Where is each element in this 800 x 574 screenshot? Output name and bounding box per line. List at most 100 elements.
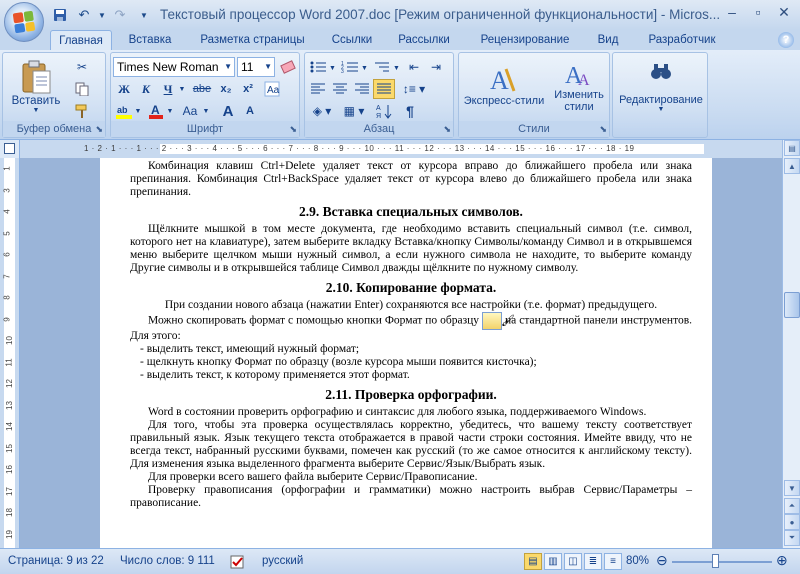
bullets-icon[interactable]: ▼	[307, 57, 337, 77]
proofing-icon[interactable]	[230, 555, 246, 572]
font-color-dropdown-icon[interactable]: ▼	[165, 101, 175, 121]
paragraph: Щёлкните мышкой в том месте документа, г…	[130, 223, 692, 274]
highlight-dropdown-icon[interactable]: ▼	[133, 101, 143, 121]
vertical-scrollbar[interactable]: ▤ ▲ ▼ ⏶ ● ⏷	[782, 140, 800, 548]
zoom-in-icon[interactable]: ⊕	[776, 552, 788, 569]
zoom-out-icon[interactable]: ⊖	[656, 552, 668, 569]
ruler-number: 8	[2, 295, 12, 300]
scroll-down-icon[interactable]: ▼	[784, 480, 800, 496]
strikethrough-button[interactable]: abe	[191, 79, 213, 99]
underline-button[interactable]: Ч	[157, 79, 179, 99]
horizontal-ruler[interactable]: 1 · 2 · 1 · · · 1 · · · 2 · · · 3 · · · …	[20, 140, 782, 158]
zoom-slider-thumb[interactable]	[712, 554, 719, 568]
shading-icon[interactable]: ◈ ▾	[307, 101, 337, 121]
copy-icon[interactable]	[71, 79, 93, 99]
superscript-button[interactable]: x²	[237, 79, 259, 99]
word-count[interactable]: Число слов: 9 111	[120, 555, 215, 567]
editing-button[interactable]: Редактирование ▼	[615, 55, 707, 117]
decrease-indent-icon[interactable]: ⇤	[403, 57, 425, 77]
change-case-icon[interactable]: Aa	[261, 79, 283, 99]
underline-dropdown-icon[interactable]: ▼	[177, 79, 187, 99]
cut-icon[interactable]: ✂	[71, 57, 93, 77]
svg-text:3: 3	[341, 69, 344, 74]
zoom-slider[interactable]	[672, 561, 772, 563]
tab-home[interactable]: Главная	[50, 30, 112, 50]
styles-launcher-icon[interactable]: ⬊	[599, 124, 607, 135]
tab-stop-icon	[4, 143, 15, 154]
page-indicator[interactable]: Страница: 9 из 22	[8, 555, 104, 567]
web-layout-view-icon[interactable]: ◫	[564, 553, 582, 570]
case-button[interactable]: Aa	[179, 101, 201, 121]
font-size-select[interactable]: 11 ▼	[237, 57, 275, 77]
bold-button[interactable]: Ж	[113, 79, 135, 99]
scrollbar-thumb[interactable]	[784, 292, 800, 318]
paragraph: Для проверки всего вашего файла выберите…	[148, 471, 478, 483]
ruler-number: 12	[4, 379, 14, 388]
clipboard-group-label: Буфер обмена	[3, 121, 105, 137]
font-name-select[interactable]: Times New Roman ▼	[113, 57, 235, 77]
align-right-icon[interactable]	[351, 79, 373, 99]
save-icon[interactable]	[50, 5, 70, 25]
close-icon[interactable]: ✕	[772, 2, 796, 22]
italic-button[interactable]: К	[135, 79, 157, 99]
prev-page-icon[interactable]: ⏶	[784, 498, 800, 514]
undo-dropdown-icon[interactable]: ▼	[98, 5, 106, 25]
numbering-icon[interactable]: 1 2 3 ▼	[339, 57, 369, 77]
scroll-up-icon[interactable]: ▲	[784, 158, 800, 174]
quick-styles-button[interactable]: A Экспресс-стили	[461, 55, 547, 117]
status-bar: Страница: 9 из 22 Число слов: 9 111 русс…	[0, 548, 800, 574]
grow-font-button[interactable]: A	[217, 101, 239, 121]
paragraph: Проверку правописания (орфографии и грам…	[130, 484, 692, 509]
zoom-level[interactable]: 80%	[626, 555, 649, 567]
office-button[interactable]	[4, 2, 44, 42]
full-screen-view-icon[interactable]: ▥	[544, 553, 562, 570]
outline-view-icon[interactable]: ≣	[584, 553, 602, 570]
tab-references[interactable]: Ссылки	[323, 30, 381, 50]
page[interactable]: Комбинация клавиш Ctrl+Delete удаляет те…	[100, 158, 712, 548]
next-page-icon[interactable]: ⏷	[784, 530, 800, 546]
browse-object-icon[interactable]: ●	[784, 514, 800, 530]
svg-text:A: A	[151, 103, 160, 117]
minimize-icon[interactable]: –	[720, 2, 744, 22]
redo-icon[interactable]: ↷	[110, 5, 130, 25]
ruler-toggle-icon[interactable]: ▤	[784, 140, 800, 156]
vertical-ruler[interactable]: 1 3 4 5 6 7 8 9 10 11 12 13 14 15 16 17 18 19	[0, 158, 20, 548]
clipboard-launcher-icon[interactable]: ⬊	[95, 124, 103, 135]
justify-icon[interactable]	[373, 79, 395, 99]
paragraph-launcher-icon[interactable]: ⬊	[443, 124, 451, 135]
subscript-button[interactable]: x₂	[215, 79, 237, 99]
line-spacing-icon[interactable]: ↕≡ ▾	[399, 79, 429, 99]
dropdown-icon[interactable]: ▼	[134, 5, 154, 25]
tab-developer[interactable]: Разработчик	[636, 30, 728, 50]
undo-icon[interactable]: ↶	[74, 5, 94, 25]
shrink-font-button[interactable]: A	[239, 101, 261, 121]
increase-indent-icon[interactable]: ⇥	[425, 57, 447, 77]
case-dropdown-icon[interactable]: ▼	[201, 101, 211, 121]
help-icon[interactable]: ?	[778, 32, 794, 48]
multilevel-list-icon[interactable]: ▼	[371, 57, 401, 77]
paste-button[interactable]: Вставить ▼	[7, 55, 65, 117]
sort-icon[interactable]: АЯ	[373, 101, 395, 121]
clear-format-icon[interactable]	[277, 57, 299, 77]
borders-icon[interactable]: ▦ ▾	[339, 101, 369, 121]
tab-mailings[interactable]: Рассылки	[390, 30, 458, 50]
tab-view[interactable]: Вид	[590, 30, 626, 50]
clipboard-icon	[22, 60, 51, 93]
document-area: Комбинация клавиш Ctrl+Delete удаляет те…	[20, 158, 782, 548]
align-center-icon[interactable]	[329, 79, 351, 99]
maximize-icon[interactable]: ▫	[746, 2, 770, 22]
change-styles-button[interactable]: AA Изменить стили	[549, 55, 609, 117]
font-color-icon[interactable]: A	[145, 101, 167, 121]
font-launcher-icon[interactable]: ⬊	[289, 124, 297, 135]
pilcrow-icon[interactable]: ¶	[399, 101, 421, 121]
language-indicator[interactable]: русский	[262, 555, 303, 567]
print-layout-view-icon[interactable]: ▤	[524, 553, 542, 570]
draft-view-icon[interactable]: ≡	[604, 553, 622, 570]
highlight-icon[interactable]: ab	[113, 101, 135, 121]
format-painter-icon[interactable]	[71, 101, 93, 121]
tab-selector[interactable]	[0, 140, 20, 158]
tab-page-layout[interactable]: Разметка страницы	[190, 30, 315, 50]
tab-insert[interactable]: Вставка	[118, 30, 182, 50]
align-left-icon[interactable]	[307, 79, 329, 99]
tab-review[interactable]: Рецензирование	[467, 30, 583, 50]
